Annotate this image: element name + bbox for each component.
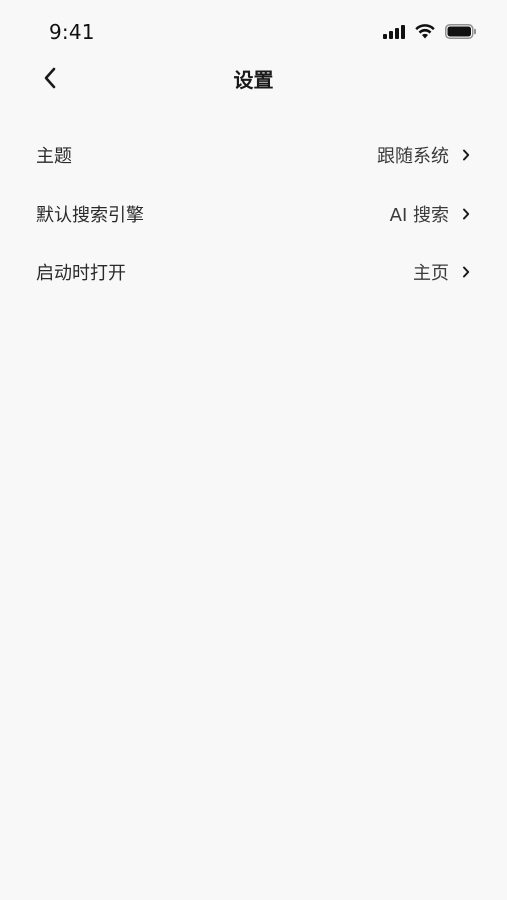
settings-list: 主题 跟随系统 默认搜索引擎 AI 搜索 启动时打开 主页 bbox=[0, 126, 507, 302]
chevron-right-icon bbox=[461, 148, 471, 162]
setting-value: AI 搜索 bbox=[389, 204, 449, 226]
cellular-signal-icon bbox=[383, 24, 405, 43]
battery-icon bbox=[445, 23, 477, 43]
setting-value: 跟随系统 bbox=[377, 146, 449, 168]
setting-row-default-search-engine[interactable]: 默认搜索引擎 AI 搜索 bbox=[0, 185, 507, 244]
setting-row-open-on-startup[interactable]: 启动时打开 主页 bbox=[0, 243, 507, 302]
chevron-right-icon bbox=[461, 265, 471, 279]
wifi-icon bbox=[415, 23, 435, 43]
status-icons bbox=[383, 23, 477, 43]
setting-label: 主题 bbox=[36, 146, 72, 168]
setting-value: 主页 bbox=[413, 263, 449, 285]
setting-value-wrap: 主页 bbox=[413, 259, 471, 285]
status-bar: 9:41 bbox=[0, 0, 507, 60]
setting-label: 启动时打开 bbox=[36, 263, 126, 285]
chevron-right-icon bbox=[461, 207, 471, 221]
nav-bar: 设置 bbox=[0, 56, 507, 104]
setting-label: 默认搜索引擎 bbox=[36, 204, 144, 226]
setting-value-wrap: 跟随系统 bbox=[377, 142, 471, 168]
setting-value-wrap: AI 搜索 bbox=[390, 201, 471, 227]
status-time: 9:41 bbox=[49, 20, 95, 44]
page-title: 设置 bbox=[233, 68, 274, 92]
setting-row-theme[interactable]: 主题 跟随系统 bbox=[0, 126, 507, 185]
